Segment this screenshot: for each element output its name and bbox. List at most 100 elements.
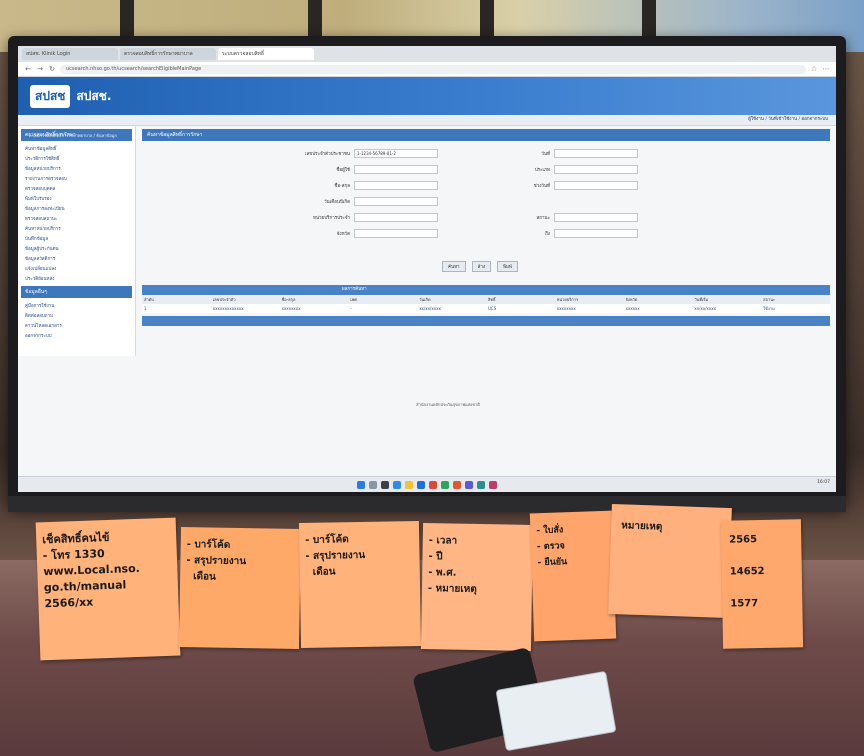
sticky-note: - บาร์โค้ด - สรุปรายงาน เดือน — [178, 526, 302, 650]
browser-tab-active[interactable]: ระบบตรวจสอบสิทธิ์ — [218, 48, 314, 60]
app-icon[interactable] — [489, 481, 497, 489]
form-row: วันเดือนปีเกิด — [292, 197, 438, 206]
table-cell: xx/xx/xxxx — [419, 306, 441, 311]
note-text: 2565 14652 1577 — [729, 534, 765, 610]
url-field[interactable]: ucsearch.nhso.go.th/ucsearch/searchEligi… — [60, 64, 806, 74]
date-input[interactable] — [554, 229, 638, 238]
sidebar-item[interactable]: ดาวน์โหลดเอกสาร — [21, 320, 132, 330]
sidebar-item[interactable]: ค้นหาข้อมูลสิทธิ์ — [21, 143, 132, 153]
column-header[interactable]: หน่วยบริการ — [555, 295, 624, 304]
sidebar-item[interactable]: ข้อมูลการลงทะเบียน — [21, 203, 132, 213]
app-icon[interactable] — [453, 481, 461, 489]
print-button[interactable]: พิมพ์ — [497, 261, 518, 272]
column-header[interactable]: ลำดับ — [142, 295, 211, 304]
results-grid-pager[interactable] — [142, 316, 830, 326]
clear-button[interactable]: ล้าง — [471, 261, 492, 272]
field-label: หน่วยบริการประจำ — [312, 216, 350, 221]
table-cell: xxxxxxxx — [281, 306, 301, 311]
folder-icon[interactable] — [405, 481, 413, 489]
column-header[interactable]: จังหวัด — [624, 295, 693, 304]
sidebar-item[interactable]: ข้อมูลผู้ประกันตน — [21, 243, 132, 253]
sidebar-item[interactable]: ประวัติย้อนหลัง — [21, 273, 132, 283]
text-input[interactable] — [554, 165, 638, 174]
browser-tab[interactable]: ตรวจสอบสิทธิ์การรักษาพยาบาล — [120, 48, 216, 60]
taskbar-clock[interactable]: 16:07 — [817, 480, 830, 485]
app-icon[interactable] — [477, 481, 485, 489]
note-text: เช็คสิทธิ์คนไข้ - โทร 1330 www.Local.nso… — [42, 530, 141, 611]
sticky-note: - ใบสั่ง - ตรวจ - ยืนยัน — [529, 510, 617, 642]
sidebar-heading: ข้อมูลอื่นๆ — [21, 286, 132, 298]
search-form: เลขประจำตัวประชาชน 1-1234-56789-01-2 ชื่… — [142, 141, 830, 281]
forward-icon[interactable]: → — [36, 65, 44, 73]
edge-icon[interactable] — [393, 481, 401, 489]
back-icon[interactable]: ← — [24, 65, 32, 73]
form-row: ชื่อ-สกุล — [292, 181, 438, 190]
field-label: เลขประจำตัวประชาชน — [304, 152, 350, 157]
sidebar-item[interactable]: ข้อมูลหน่วยบริการ — [21, 163, 132, 173]
app-icon[interactable] — [441, 481, 449, 489]
table-cell: xxxxxx — [625, 306, 640, 311]
note-text: - บาร์โค้ด - สรุปรายงาน เดือน — [305, 534, 366, 578]
table-row[interactable]: 1 xxxxxxxxxxxxx xxxxxxxx - xx/xx/xxxx UC… — [142, 304, 830, 313]
monitor-screen: สปสช. Klinik Login ตรวจสอบสิทธิ์การรักษา… — [18, 46, 836, 492]
column-header[interactable]: เลขประจำตัว — [211, 295, 280, 304]
sidebar-item[interactable]: แจ้งเปลี่ยนแปลง — [21, 263, 132, 273]
page-footer: สำนักงานหลักประกันสุขภาพแห่งชาติ — [416, 402, 480, 407]
site-header: สปสช สปสช. — [18, 77, 836, 115]
field-label: ช่วงวันที่ — [533, 184, 550, 189]
column-header[interactable]: เพศ — [348, 295, 417, 304]
results-grid-title: ผลการค้นหา — [142, 285, 830, 295]
column-header[interactable]: วันที่เริ่ม — [692, 295, 761, 304]
sidebar-item[interactable]: ค้นหาหน่วยบริการ — [21, 223, 132, 233]
field-label: วันที่ — [541, 152, 550, 157]
form-row: เลขประจำตัวประชาชน 1-1234-56789-01-2 — [292, 149, 438, 158]
form-row: ถึง — [492, 229, 638, 238]
id-input[interactable]: 1-1234-56789-01-2 — [354, 149, 438, 158]
select-input[interactable] — [554, 213, 638, 222]
taskview-icon[interactable] — [381, 481, 389, 489]
sidebar-item[interactable]: ติดต่อสอบถาม — [21, 310, 132, 320]
browser-tab-bar: สปสช. Klinik Login ตรวจสอบสิทธิ์การรักษา… — [18, 46, 836, 62]
table-cell: xx/xx/xxxx — [694, 306, 717, 311]
sidebar-item[interactable]: บันทึกข้อมูล — [21, 233, 132, 243]
sidebar-item[interactable]: พิมพ์ใบรับรอง — [21, 193, 132, 203]
app-icon[interactable] — [465, 481, 473, 489]
address-bar: ← → ↻ ucsearch.nhso.go.th/ucsearch/searc… — [18, 62, 836, 77]
column-header[interactable]: สิทธิ์ — [486, 295, 555, 304]
search-button[interactable]: ค้นหา — [442, 261, 466, 272]
sidebar-item[interactable]: ตรวจสอบสถานะ — [21, 213, 132, 223]
table-cell: UCS — [487, 306, 497, 311]
results-grid-header: ลำดับ เลขประจำตัว ชื่อ-สกุล เพศ วันเกิด … — [142, 295, 830, 304]
sidebar-item[interactable]: ตรวจสอบบุคคล — [21, 183, 132, 193]
search-icon[interactable] — [369, 481, 377, 489]
panel-title: ค้นหาข้อมูลสิทธิ์การรักษา — [142, 129, 830, 141]
star-icon[interactable]: ☆ — [810, 65, 818, 73]
column-header[interactable]: ชื่อ-สกุล — [280, 295, 349, 304]
sidebar-item[interactable]: ออกจากระบบ — [21, 330, 132, 340]
start-icon[interactable] — [357, 481, 365, 489]
date-input[interactable] — [554, 149, 638, 158]
browser-tab[interactable]: สปสช. Klinik Login — [22, 48, 118, 60]
sidebar-item[interactable]: คู่มือการใช้งาน — [21, 300, 132, 310]
column-header[interactable]: วันเกิด — [417, 295, 486, 304]
menu-icon[interactable]: ⋯ — [822, 65, 830, 73]
note-text: - ใบสั่ง - ตรวจ - ยืนยัน — [536, 525, 568, 569]
column-header[interactable]: สถานะ — [761, 295, 830, 304]
site-logo[interactable]: สปสช — [30, 84, 71, 108]
content-area: ตรวจสอบสิทธิ์การรักษา ค้นหาข้อมูลสิทธิ์ … — [18, 126, 836, 356]
select-input[interactable] — [354, 213, 438, 222]
store-icon[interactable] — [417, 481, 425, 489]
sidebar-item[interactable]: ประวัติการใช้สิทธิ์ — [21, 153, 132, 163]
select-input[interactable] — [354, 229, 438, 238]
text-input[interactable] — [354, 197, 438, 206]
sidebar-item[interactable]: รายงานการตรวจสอบ — [21, 173, 132, 183]
refresh-icon[interactable]: ↻ — [48, 65, 56, 73]
text-input[interactable] — [354, 181, 438, 190]
chrome-icon[interactable] — [429, 481, 437, 489]
note-text: - เวลา - ปี - พ.ศ. - หมายเหตุ — [427, 535, 477, 595]
field-label: จังหวัด — [336, 232, 350, 237]
sidebar-item[interactable]: ข้อมูลสวัสดิการ — [21, 253, 132, 263]
text-input[interactable] — [554, 181, 638, 190]
sticky-note: เช็คสิทธิ์คนไข้ - โทร 1330 www.Local.nso… — [35, 517, 181, 661]
text-input[interactable] — [354, 165, 438, 174]
